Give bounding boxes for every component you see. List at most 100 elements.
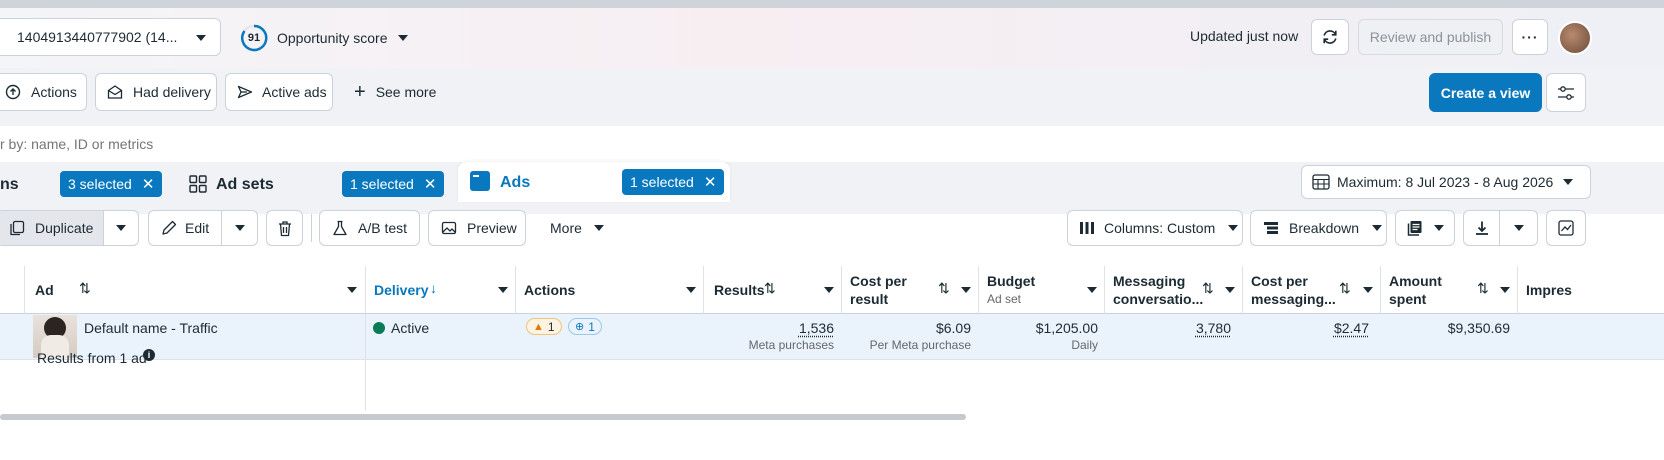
header-label: spent bbox=[1389, 290, 1427, 307]
date-range-label: Maximum: 8 Jul 2023 - 8 Aug 2026 bbox=[1337, 174, 1554, 190]
calendar-icon bbox=[1312, 174, 1330, 190]
envelope-icon bbox=[107, 85, 123, 99]
avatar[interactable] bbox=[1558, 21, 1592, 55]
sort-icon[interactable]: ⇅ bbox=[1202, 280, 1214, 297]
horizontal-scrollbar-track[interactable] bbox=[0, 412, 1664, 422]
tab-campaigns-label: ns bbox=[0, 176, 19, 193]
export-dropdown-button[interactable] bbox=[1499, 210, 1538, 246]
account-selector[interactable]: 1404913440777902 (14... bbox=[0, 18, 221, 56]
sort-icon[interactable]: ⇅ bbox=[79, 280, 91, 297]
chevron-down-icon[interactable] bbox=[686, 287, 696, 293]
chevron-down-icon[interactable] bbox=[1500, 287, 1510, 293]
chevron-down-icon[interactable] bbox=[347, 287, 357, 293]
sort-icon[interactable]: ⇅ bbox=[938, 280, 950, 297]
ad-name[interactable]: Default name - Traffic bbox=[84, 320, 218, 336]
chevron-down-icon bbox=[593, 225, 604, 231]
column-header-cost-per-result[interactable]: Cost per result ⇅ bbox=[842, 266, 979, 314]
preview-button[interactable]: Preview bbox=[428, 210, 526, 246]
search-input[interactable] bbox=[0, 126, 1664, 162]
view-settings-button[interactable] bbox=[1546, 73, 1586, 112]
filter-label: Actions bbox=[31, 84, 77, 100]
column-header-results[interactable]: Results ⇅ bbox=[704, 266, 842, 314]
close-icon[interactable]: ✕ bbox=[704, 173, 717, 191]
budget-value[interactable]: $1,205.00 bbox=[979, 320, 1098, 336]
chevron-down-icon[interactable] bbox=[498, 287, 508, 293]
tab-ad-sets[interactable]: Ad sets 1 selected ✕ bbox=[180, 162, 450, 206]
chevron-down-icon bbox=[234, 225, 245, 231]
column-header-amount-spent[interactable]: Amount spent ⇅ bbox=[1381, 266, 1518, 314]
filter-active-ads-button[interactable]: Active ads bbox=[225, 73, 333, 111]
sort-icon[interactable]: ⇅ bbox=[764, 280, 776, 297]
column-header-actions[interactable]: Actions bbox=[516, 266, 704, 314]
delete-button[interactable] bbox=[266, 210, 303, 246]
ab-test-label: A/B test bbox=[358, 220, 408, 236]
reports-button[interactable] bbox=[1395, 210, 1455, 246]
column-header-delivery[interactable]: Delivery ↓ bbox=[366, 266, 516, 314]
cost-per-result-value: $6.09 bbox=[935, 320, 971, 336]
chevron-down-icon[interactable] bbox=[1363, 287, 1373, 293]
column-header-cost-per-messaging[interactable]: Cost per messaging... ⇅ bbox=[1243, 266, 1381, 314]
chevron-down-icon[interactable] bbox=[1225, 287, 1235, 293]
tab-ads[interactable]: Ads 1 selected ✕ bbox=[458, 162, 730, 202]
messaging-value[interactable]: 3,780 bbox=[1105, 320, 1231, 336]
chevron-down-icon bbox=[1563, 179, 1574, 185]
warning-badge[interactable]: ▲ 1 bbox=[526, 318, 562, 335]
create-view-label: Create a view bbox=[1440, 84, 1531, 101]
summary-row: Results from 1 ad i bbox=[0, 341, 1664, 411]
header-label: conversatio... bbox=[1113, 290, 1204, 307]
campaigns-selected-chip[interactable]: 3 selected ✕ bbox=[60, 171, 163, 197]
edit-dropdown-button[interactable] bbox=[221, 210, 258, 246]
adsets-selected-chip[interactable]: 1 selected ✕ bbox=[342, 171, 445, 197]
info-icon[interactable]: i bbox=[143, 349, 155, 361]
action-count: 1 bbox=[588, 319, 595, 334]
export-button[interactable] bbox=[1463, 210, 1500, 246]
column-header-impressions[interactable]: Impres bbox=[1518, 266, 1664, 314]
breakdown-button[interactable]: Breakdown bbox=[1250, 210, 1387, 246]
column-header-ad[interactable]: Ad ⇅ bbox=[25, 266, 366, 314]
ads-table: Ad ⇅ Delivery ↓ Actions Results ⇅ Cost p… bbox=[0, 266, 1664, 460]
chevron-down-icon[interactable] bbox=[961, 287, 971, 293]
date-range-picker[interactable]: Maximum: 8 Jul 2023 - 8 Aug 2026 bbox=[1301, 165, 1591, 199]
header-label: Impres bbox=[1526, 281, 1572, 298]
review-publish-button[interactable]: Review and publish bbox=[1358, 19, 1503, 55]
breakdown-icon bbox=[1264, 222, 1278, 234]
column-header-budget[interactable]: Budget Ad set bbox=[979, 266, 1105, 314]
reports-icon bbox=[1407, 221, 1422, 236]
close-icon[interactable]: ✕ bbox=[142, 175, 155, 193]
flask-icon bbox=[333, 220, 347, 236]
chevron-down-icon bbox=[397, 35, 408, 41]
filter-had-delivery-button[interactable]: Had delivery bbox=[95, 73, 217, 111]
see-more-button[interactable]: + See more bbox=[343, 73, 443, 111]
more-button[interactable]: More bbox=[538, 210, 612, 246]
chevron-down-icon[interactable] bbox=[1087, 287, 1097, 293]
columns-icon bbox=[1080, 222, 1094, 234]
sort-down-icon[interactable]: ↓ bbox=[430, 280, 437, 296]
create-view-button[interactable]: Create a view bbox=[1429, 73, 1542, 112]
more-options-button[interactable]: ··· bbox=[1512, 19, 1548, 55]
close-icon[interactable]: ✕ bbox=[424, 175, 437, 193]
edit-button[interactable]: Edit bbox=[148, 210, 222, 246]
duplicate-dropdown-button[interactable] bbox=[103, 210, 139, 246]
column-header-checkbox[interactable] bbox=[0, 266, 25, 314]
refresh-button[interactable] bbox=[1311, 19, 1349, 55]
tab-campaigns[interactable]: ns 3 selected ✕ bbox=[0, 162, 170, 206]
horizontal-scrollbar-thumb[interactable] bbox=[0, 414, 966, 420]
action-badge[interactable]: ⊕ 1 bbox=[568, 318, 602, 335]
columns-button[interactable]: Columns: Custom bbox=[1067, 210, 1243, 246]
header-label: Cost per bbox=[1251, 272, 1308, 289]
charts-button[interactable] bbox=[1546, 210, 1586, 246]
column-header-messaging[interactable]: Messaging conversatio... ⇅ bbox=[1105, 266, 1243, 314]
ads-selected-chip[interactable]: 1 selected ✕ bbox=[622, 169, 725, 195]
filter-actions-button[interactable]: Actions bbox=[0, 73, 87, 111]
sort-icon[interactable]: ⇅ bbox=[1339, 280, 1351, 297]
review-publish-label: Review and publish bbox=[1369, 29, 1492, 45]
sort-icon[interactable]: ⇅ bbox=[1477, 280, 1489, 297]
chevron-down-icon[interactable] bbox=[824, 287, 834, 293]
opportunity-score[interactable]: 91 Opportunity score bbox=[240, 24, 408, 52]
duplicate-button[interactable]: Duplicate bbox=[0, 210, 104, 246]
cost-messaging-value[interactable]: $2.47 bbox=[1243, 320, 1369, 336]
ab-test-button[interactable]: A/B test bbox=[319, 210, 420, 246]
search-row bbox=[0, 126, 1664, 162]
breakdown-label: Breakdown bbox=[1289, 220, 1360, 236]
results-value[interactable]: 1,536 bbox=[704, 320, 834, 336]
